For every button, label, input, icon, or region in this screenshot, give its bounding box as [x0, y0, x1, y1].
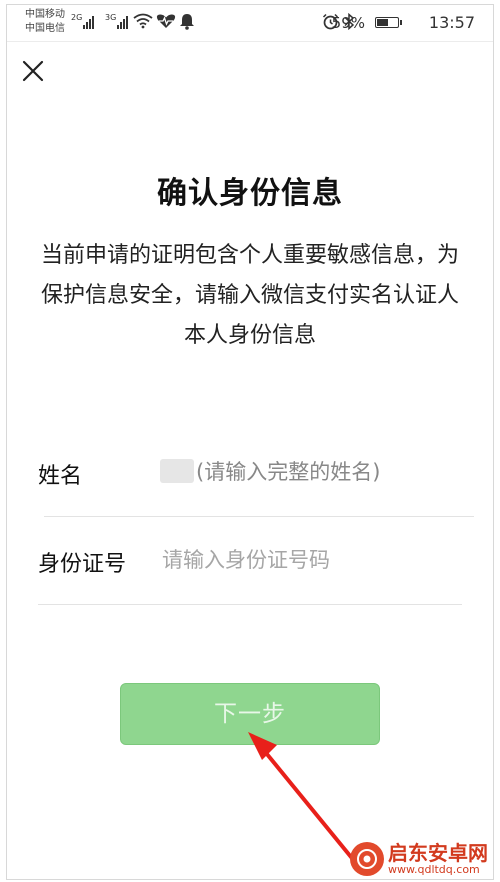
page-description: 当前申请的证明包含个人重要敏感信息，为保护信息安全，请输入微信支付实名认证人本人…: [40, 243, 459, 348]
watermark: 启东安卓网 www.qdltdq.com: [350, 842, 488, 876]
signal-strength-2-icon: [117, 15, 128, 29]
network-tag-2: 3G: [105, 13, 117, 22]
wifi-icon: [133, 13, 153, 33]
battery-fill: [377, 19, 388, 26]
id-number-input[interactable]: [162, 542, 452, 578]
watermark-logo-icon: [350, 842, 384, 876]
heartbeat-icon: [156, 13, 176, 33]
close-button[interactable]: [18, 56, 48, 86]
close-icon: [22, 60, 44, 82]
name-label: 姓名: [38, 464, 83, 489]
id-number-label: 身份证号: [38, 552, 127, 577]
carrier-2: 中国电信: [25, 23, 65, 34]
name-row: 姓名 (请输入完整的姓名): [38, 430, 474, 517]
watermark-text: 启东安卓网: [388, 841, 488, 865]
status-bar: 中国移动 中国电信 2G 3G 59% 13:57: [7, 5, 493, 42]
clock: 13:57: [428, 13, 475, 32]
notification-bell-icon: [179, 13, 195, 34]
name-field-hint: (请输入完整的姓名): [196, 460, 381, 484]
network-tag-1: 2G: [71, 13, 83, 22]
battery-icon: [375, 17, 402, 28]
next-step-button[interactable]: 下一步: [120, 683, 380, 745]
name-field[interactable]: (请输入完整的姓名): [160, 454, 380, 490]
carrier-labels: 中国移动 中国电信: [25, 8, 65, 36]
watermark-url: www.qdltdq.com: [388, 863, 480, 876]
carrier-1: 中国移动: [25, 9, 65, 20]
blurred-name-prefill: [160, 459, 194, 483]
id-number-row: 身份证号: [38, 518, 462, 605]
signal-strength-1-icon: [83, 15, 94, 29]
page-title: 确认身份信息: [157, 176, 343, 211]
battery-percent: 59%: [331, 14, 365, 32]
